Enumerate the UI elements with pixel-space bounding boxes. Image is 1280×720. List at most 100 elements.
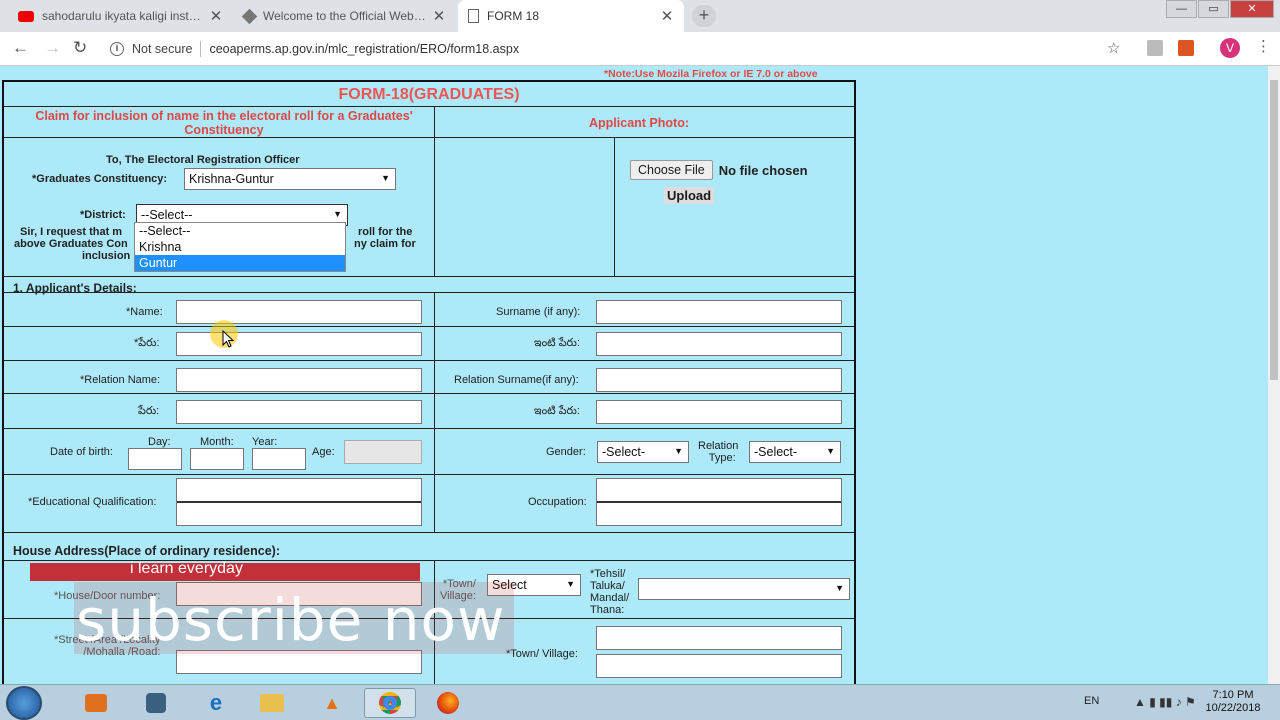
chrome-icon[interactable] [364,688,416,718]
minimize-button[interactable]: — [1166,0,1197,18]
maximize-button[interactable]: ▭ [1198,0,1229,18]
applicant-photo-label: Applicant Photo: [589,116,689,130]
relation-surname-label: Relation Surname(if any): [454,374,579,386]
clock[interactable]: 7:10 PM 10/22/2018 [1200,689,1266,715]
relation-type-label-line1: Relation [698,440,739,452]
name-telugu-label: *పేరు: [134,337,160,349]
menu-dots-icon[interactable]: ⋮ [1256,37,1271,55]
town-village-label: *Town/ Village: [506,648,578,660]
request-text-1b: roll for the [358,226,413,238]
tehsil-line1: *Tehsil/ [590,568,626,580]
relation-name-input[interactable] [176,368,422,392]
relation-type-label: Relation Type: [698,440,738,464]
scrollbar-thumb[interactable] [1270,80,1278,380]
language-indicator[interactable]: EN [1084,695,1099,707]
relation-name-label: *Relation Name: [80,374,161,386]
district-option[interactable]: --Select-- [135,223,345,239]
media-player-icon[interactable] [70,688,122,718]
window-controls: — ▭ ✕ [1165,0,1274,18]
page-scrollbar[interactable] [1268,66,1280,684]
firefox-icon[interactable] [422,688,474,718]
day-input[interactable] [128,448,182,470]
address-toolbar: ← → ↻ i Not secure ceoaperms.ap.gov.in/m… [0,32,1280,66]
relation-type-select[interactable]: -Select- ▼ [749,441,841,463]
pdf-extension-icon[interactable] [1178,40,1194,56]
browser-tab-form18[interactable]: FORM 18 ✕ [458,0,684,32]
profile-avatar[interactable]: V [1220,38,1240,58]
forward-arrow-icon[interactable]: → [44,39,61,56]
request-text-2b: ny claim for [354,238,416,250]
surname-telugu-label: ఇంటి పేరు: [534,337,580,349]
dob-label: Date of birth: [50,446,113,458]
omnibox[interactable]: i Not secure ceoaperms.ap.gov.in/mlc_reg… [104,37,1134,61]
dropdown-arrow-icon: ▼ [674,446,683,456]
choose-file-button[interactable]: Choose File [630,160,713,180]
info-icon[interactable]: i [110,42,124,56]
no-file-text: No file chosen [718,162,808,178]
constituency-value: Krishna-Guntur [189,172,274,186]
dropdown-arrow-icon: ▼ [333,209,342,219]
tehsil-label: *Tehsil/Taluka/Mandal/Thana: [590,568,629,616]
vlc-icon[interactable]: ▲ [306,688,358,718]
star-icon[interactable]: ☆ [1107,39,1120,57]
overlay-subscribe-text: subscribe now [76,586,506,654]
month-input[interactable] [190,448,244,470]
district-dropdown-list: --Select-- Krishna Guntur [134,222,346,272]
surname-telugu-input[interactable] [596,332,842,356]
upload-button[interactable]: Upload [664,187,715,204]
surname-label: Surname (if any): [496,306,581,318]
year-input[interactable] [252,448,306,470]
occupation-input[interactable] [596,478,842,526]
name-input[interactable] [176,300,422,324]
constituency-select[interactable]: Krishna-Guntur ▼ [184,168,396,190]
month-label: Month: [200,436,234,448]
district-label: *District: [80,209,126,221]
relation-name-telugu-input[interactable] [176,400,422,424]
tray-icons[interactable]: ▲ ▮ ▮▮ ♪ ⚑ [1134,695,1196,709]
start-button[interactable] [6,686,42,720]
url-text[interactable]: ceoaperms.ap.gov.in/mlc_registration/ERO… [209,42,519,56]
relation-surname-input[interactable] [596,368,842,392]
request-text-1: Sir, I request that m [20,226,123,238]
tehsil-select[interactable]: ▼ [638,578,850,600]
district-option-highlighted[interactable]: Guntur [135,255,345,271]
request-text-3: inclusion [82,250,131,262]
dropdown-arrow-icon: ▼ [381,173,390,183]
tab-title: FORM 18 [487,9,540,23]
file-explorer-icon[interactable] [246,688,298,718]
clock-time: 7:10 PM [1212,689,1254,701]
surname-input[interactable] [596,300,842,324]
browser-note: *Note:Use Mozila Firefox or IE 7.0 or ab… [604,68,818,80]
form-title: FORM-18(GRADUATES) [338,86,520,103]
house-address-heading: House Address(Place of ordinary residenc… [13,544,280,558]
browser-tab-youtube[interactable]: sahodarulu ikyata kaligi instrume ✕ [8,0,233,32]
education-input[interactable] [176,478,422,526]
extension-icon[interactable] [1147,40,1163,56]
relation-type-label-line2: Type: [708,452,736,464]
overlay-learn-text: i learn everyday [130,560,243,577]
tab-title: sahodarulu ikyata kaligi instrume [42,9,203,23]
close-icon[interactable]: ✕ [209,7,223,25]
new-tab-button[interactable]: + [692,5,716,27]
app-icon[interactable] [130,688,182,718]
constituency-label: *Graduates Constituency: [32,173,168,185]
close-icon[interactable]: ✕ [660,7,674,25]
year-label: Year: [252,436,278,448]
district-option[interactable]: Krishna [135,239,345,255]
reload-icon[interactable]: ↻ [73,39,87,56]
age-label: Age: [312,446,335,458]
gender-select[interactable]: -Select- ▼ [597,441,689,463]
file-chooser: Choose File No file chosen [630,160,808,180]
window-close-button[interactable]: ✕ [1230,0,1274,18]
town-village-input-1[interactable] [596,626,842,650]
internet-explorer-icon[interactable]: e [190,688,242,718]
close-icon[interactable]: ✕ [432,7,446,25]
relation-type-value: -Select- [754,445,798,459]
gender-value: -Select- [602,445,646,459]
back-arrow-icon[interactable]: ← [12,39,29,56]
request-text-2: above Graduates Con [14,238,128,250]
town-village-input-2[interactable] [596,654,842,678]
page-icon [468,9,479,23]
browser-tab-website[interactable]: Welcome to the Official Website ✕ [234,0,456,32]
relation-surname-telugu-input[interactable] [596,400,842,424]
